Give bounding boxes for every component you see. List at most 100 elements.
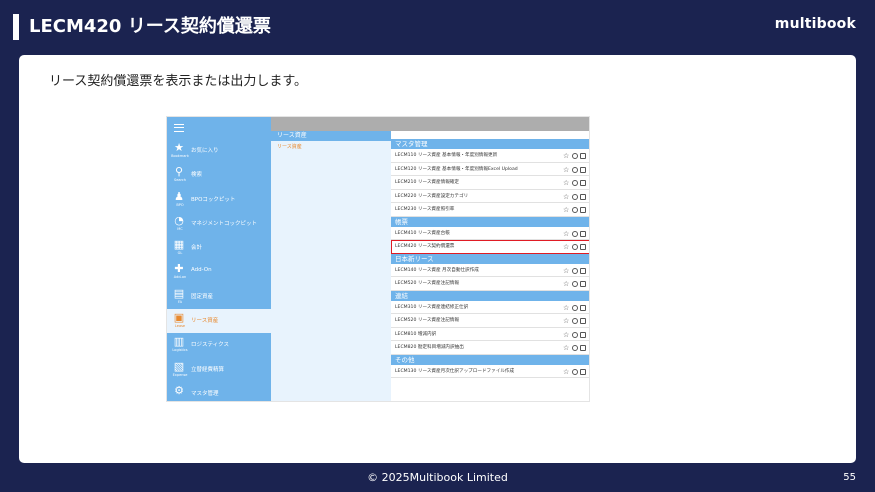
print-icon[interactable] <box>580 345 586 351</box>
print-icon[interactable] <box>580 153 586 159</box>
side-menu-item[interactable]: ▤ FA 固定資産 <box>167 285 271 309</box>
side-menu-item[interactable]: ⚲ Search 検索 <box>167 163 271 187</box>
side-menu: ★ Bookmark お気に入り ⚲ Search 検索 ♟ BPO BPOコックピット ◔ MC マ… <box>167 117 271 401</box>
function-row[interactable]: LECM230 リース資産照引率 ☆ <box>391 203 589 217</box>
print-icon[interactable] <box>580 230 586 237</box>
row-actions: ☆ <box>563 331 586 339</box>
star-icon[interactable]: ☆ <box>563 368 570 376</box>
gear-icon[interactable] <box>572 193 578 200</box>
row-actions: ☆ <box>563 166 586 174</box>
star-icon[interactable]: ☆ <box>563 281 570 288</box>
print-icon[interactable] <box>580 166 586 173</box>
print-icon[interactable] <box>580 368 586 375</box>
row-actions: ☆ <box>563 368 586 376</box>
submenu-panel: リース資産 リース資産 <box>271 131 391 401</box>
star-icon[interactable]: ☆ <box>563 331 570 339</box>
star-icon[interactable]: ☆ <box>563 304 570 312</box>
function-row[interactable]: LECM220 リース資産設定カテゴリ ☆ <box>391 190 589 203</box>
star-icon[interactable]: ☆ <box>563 193 570 201</box>
row-actions: ☆ <box>563 345 586 352</box>
star-icon[interactable]: ☆ <box>563 230 570 238</box>
side-menu-item-label: リース資産 <box>191 318 219 325</box>
function-row-highlighted[interactable]: LECM420 リース契約償還票 ☆ <box>391 240 589 254</box>
print-icon[interactable] <box>580 331 586 338</box>
star-icon[interactable]: ☆ <box>563 244 570 251</box>
print-icon[interactable] <box>580 281 586 287</box>
function-label: LECM410 リース資産台帳 <box>395 230 450 236</box>
gear-icon[interactable] <box>572 345 578 351</box>
side-menu-item-label: 会計 <box>191 245 203 252</box>
expense-icon: ▧ <box>173 359 185 373</box>
star-icon[interactable]: ☆ <box>563 207 570 214</box>
side-menu-item[interactable]: ▥ Logistics ロジスティクス <box>167 333 271 357</box>
function-row[interactable]: LECM310 リース資産連結修正仕訳 ☆ <box>391 301 589 314</box>
gear-icon[interactable] <box>572 207 578 213</box>
star-icon[interactable]: ☆ <box>563 180 570 187</box>
print-icon[interactable] <box>580 207 586 213</box>
function-row[interactable]: LECM130 リース資産月次仕訳アップロードファイル作成 ☆ <box>391 365 589 378</box>
side-menu-item[interactable]: ▣ Lease リース資産 <box>167 309 271 334</box>
gear-icon[interactable] <box>572 331 578 338</box>
gear-icon[interactable] <box>572 244 578 250</box>
function-label: LECM120 リース資産 基本情報・年度別情報Excel Upload <box>395 166 518 172</box>
top-bar <box>271 117 589 131</box>
side-menu-item[interactable]: ★ Bookmark お気に入り <box>167 139 271 163</box>
side-menu-item[interactable]: ▦ GL 会計 <box>167 236 271 260</box>
print-icon[interactable] <box>580 193 586 200</box>
print-icon[interactable] <box>580 318 586 324</box>
side-menu-item[interactable]: ✚ Add-on Add-On <box>167 260 271 284</box>
page-number: 55 <box>843 472 856 483</box>
side-menu-item[interactable]: ◔ MC マネジメントコックピット <box>167 212 271 236</box>
gauge-icon: ◔ <box>174 213 184 227</box>
function-row[interactable]: LECM520 リース資産注記情報 ☆ <box>391 314 589 328</box>
row-actions: ☆ <box>563 281 586 288</box>
gear-icon[interactable] <box>572 153 578 159</box>
gear-icon[interactable] <box>572 304 578 311</box>
function-row[interactable]: LECM810 増減内訳 ☆ <box>391 328 589 341</box>
category-header: 日本新リース <box>391 253 589 264</box>
side-menu-item-label: マスタ管理 <box>191 390 219 397</box>
function-row[interactable]: LECM210 リース資産情報確定 ☆ <box>391 176 589 190</box>
side-menu-item[interactable]: ▧ Expense 立替経費精算 <box>167 358 271 382</box>
function-row[interactable]: LECM520 リース資産注記情報 ☆ <box>391 277 589 291</box>
row-actions: ☆ <box>563 244 586 251</box>
function-label: LECM140 リース資産 月次自動仕訳作成 <box>395 267 479 273</box>
gear-icon[interactable] <box>572 180 578 186</box>
side-menu-item-sub: GL <box>177 251 183 256</box>
function-list: マスタ管理 LECM110 リース資産 基本情報・年度別情報更新 ☆ LECM120 … <box>391 139 589 401</box>
star-icon[interactable]: ☆ <box>563 345 570 352</box>
gear-icon[interactable] <box>572 267 578 274</box>
print-icon[interactable] <box>580 244 586 250</box>
gear-icon[interactable] <box>572 230 578 237</box>
gear-icon[interactable] <box>572 318 578 324</box>
row-actions: ☆ <box>563 230 586 238</box>
function-row[interactable]: LECM120 リース資産 基本情報・年度別情報Excel Upload ☆ <box>391 163 589 176</box>
function-row[interactable]: LECM820 勘定科目増減内訳抽出 ☆ <box>391 341 589 355</box>
fixed-asset-icon: ▤ <box>173 286 185 300</box>
star-icon[interactable]: ☆ <box>563 166 570 174</box>
star-icon[interactable]: ☆ <box>563 318 570 325</box>
gear-icon[interactable] <box>572 166 578 173</box>
function-row[interactable]: LECM110 リース資産 基本情報・年度別情報更新 ☆ <box>391 149 589 163</box>
slide-description: リース契約償還票を表示または出力します。 <box>49 74 308 89</box>
print-icon[interactable] <box>580 180 586 186</box>
side-menu-item-label: お気に入り <box>191 148 219 154</box>
function-row[interactable]: LECM410 リース資産台帳 ☆ <box>391 227 589 240</box>
function-label: LECM230 リース資産照引率 <box>395 207 455 212</box>
side-menu-item-sub: BPO <box>176 202 184 207</box>
gear-icon[interactable] <box>572 281 578 287</box>
side-menu-item-sub: Logistics <box>172 348 188 353</box>
submenu-item-lease[interactable]: リース資産 <box>271 143 391 150</box>
gear-icon[interactable] <box>572 368 578 375</box>
function-label: LECM810 増減内訳 <box>395 331 437 337</box>
star-icon[interactable]: ☆ <box>563 267 570 275</box>
slide-header: LECM420 リース契約償還票 multibook <box>0 0 875 50</box>
hamburger-menu-icon[interactable] <box>174 124 184 132</box>
print-icon[interactable] <box>580 267 586 274</box>
function-row[interactable]: LECM140 リース資産 月次自動仕訳作成 ☆ <box>391 264 589 277</box>
print-icon[interactable] <box>580 304 586 311</box>
side-menu-item[interactable]: ♟ BPO BPOコックピット <box>167 188 271 212</box>
side-menu-item-label: ロジスティクス <box>191 342 230 349</box>
star-icon[interactable]: ☆ <box>563 153 570 160</box>
side-menu-item[interactable]: ⚙ マスタ管理 <box>167 382 271 401</box>
